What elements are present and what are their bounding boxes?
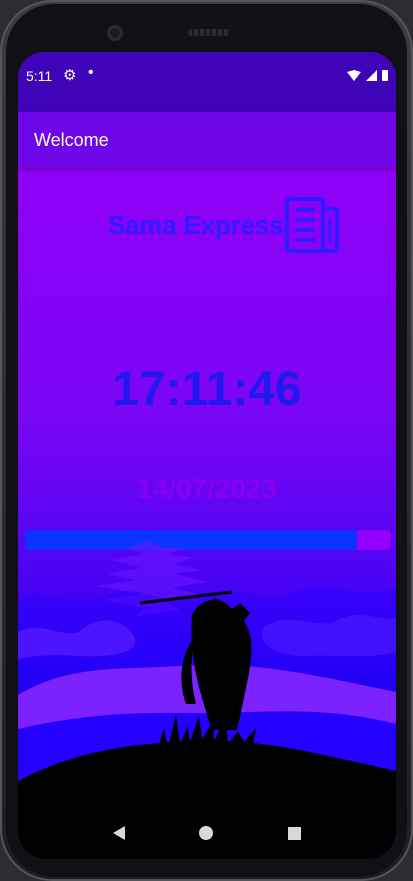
current-date: 14/07/2023 bbox=[136, 473, 278, 504]
signal-icon bbox=[366, 70, 377, 81]
status-icons bbox=[347, 70, 388, 81]
welcome-content: Sama Express 17:11:46 14/07/2023 bbox=[18, 168, 396, 859]
page-title: Welcome bbox=[34, 130, 109, 150]
wifi-icon bbox=[347, 70, 361, 81]
app-screen: 5:11 ⚙ • Welcome Sama Express 17:11:46 1… bbox=[18, 52, 396, 859]
dot-icon: • bbox=[88, 64, 94, 81]
phone-frame: 5:11 ⚙ • Welcome Sama Express 17:11:46 1… bbox=[0, 0, 413, 881]
status-time: 5:11 bbox=[26, 68, 53, 84]
gear-icon: ⚙ bbox=[63, 67, 77, 84]
document-icon bbox=[285, 197, 340, 253]
current-time: 17:11:46 bbox=[112, 363, 302, 416]
app-bar: Welcome bbox=[18, 112, 396, 168]
back-triangle-icon[interactable] bbox=[113, 826, 126, 840]
system-navigation-bar bbox=[18, 807, 396, 859]
brand-name: Sama Express bbox=[108, 209, 284, 240]
front-camera bbox=[107, 25, 123, 41]
home-circle-icon[interactable] bbox=[199, 826, 214, 840]
status-bar: 5:11 ⚙ • bbox=[18, 52, 396, 112]
battery-icon bbox=[382, 70, 388, 81]
recents-square-icon[interactable] bbox=[287, 826, 301, 840]
brand-row: Sama Express bbox=[108, 196, 341, 254]
earpiece-speaker bbox=[188, 29, 230, 36]
